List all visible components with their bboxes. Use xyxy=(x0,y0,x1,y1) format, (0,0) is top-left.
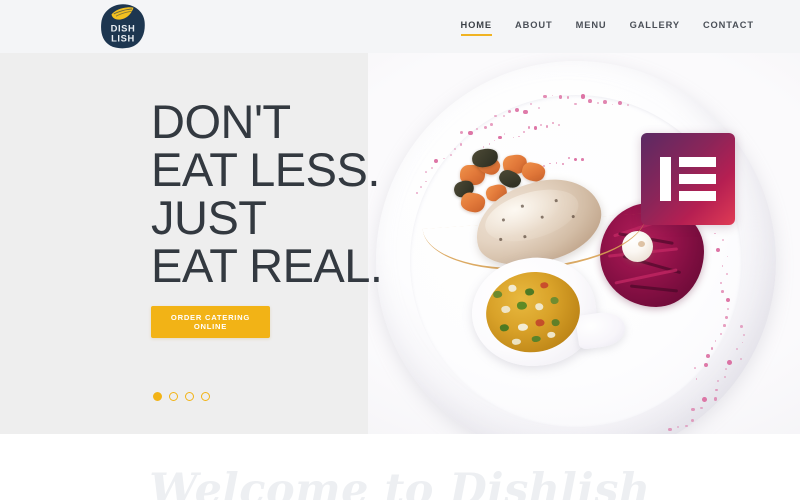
welcome-section: Welcome to Dishlish xyxy=(0,434,800,500)
plate-dot xyxy=(527,126,531,129)
slider-pagination xyxy=(153,392,210,401)
plate-dot xyxy=(580,158,584,162)
plate-dot xyxy=(719,332,722,335)
plate-dot xyxy=(705,354,710,358)
plate-dot xyxy=(475,127,478,130)
plate-dot xyxy=(719,281,722,285)
plate-dot xyxy=(540,124,542,127)
plate-dot xyxy=(449,153,452,156)
dish-lish-logo[interactable]: DISH LISH xyxy=(97,2,149,50)
nav-item-contact[interactable]: CONTACT xyxy=(703,17,754,37)
plate-dot xyxy=(603,99,608,104)
plate-dot xyxy=(691,408,695,412)
plate-dot xyxy=(523,109,528,114)
plate-dot xyxy=(459,142,463,146)
main-navigation: HOME ABOUT MENU GALLERY CONTACT xyxy=(460,0,754,53)
hero-food-photo xyxy=(368,53,800,434)
herb-salsa xyxy=(480,265,586,359)
plate-dot xyxy=(494,114,497,117)
slider-dot-4[interactable] xyxy=(201,392,210,401)
order-catering-online-button[interactable]: ORDER CATERING ONLINE xyxy=(151,306,270,338)
plate-dot xyxy=(626,103,629,106)
plate-dot xyxy=(736,347,739,350)
plate-dot xyxy=(502,114,505,117)
plate-dot xyxy=(725,297,730,302)
plate-dot xyxy=(725,273,728,276)
plate-dot xyxy=(727,359,733,365)
plate-dot xyxy=(493,139,495,141)
welcome-heading: Welcome to Dishlish xyxy=(149,465,651,500)
plate-dot xyxy=(740,357,742,360)
plate-dot xyxy=(690,418,694,423)
nav-item-about[interactable]: ABOUT xyxy=(515,17,553,37)
plate-dot xyxy=(558,94,563,99)
plate-dot xyxy=(668,427,672,431)
plate-dot xyxy=(533,126,537,130)
plate-dot xyxy=(725,315,728,319)
plate-dot xyxy=(722,239,725,241)
plate-dot xyxy=(743,334,746,336)
nav-item-home[interactable]: HOME xyxy=(460,17,493,37)
plate-dot xyxy=(702,397,707,403)
plate-dot xyxy=(723,324,726,327)
plate-dot xyxy=(420,186,422,188)
plate-dot xyxy=(726,307,729,310)
elementor-logo[interactable] xyxy=(641,133,735,225)
plate-dot xyxy=(424,180,427,183)
plate-dot xyxy=(443,157,445,160)
site-header: DISH LISH HOME ABOUT MENU GALLERY CONTAC… xyxy=(0,0,800,53)
plate-dot xyxy=(488,143,491,145)
plate-dot xyxy=(489,122,493,126)
plate-dot xyxy=(700,406,703,409)
nav-item-gallery[interactable]: GALLERY xyxy=(630,17,680,37)
plate-dot xyxy=(720,289,724,293)
plate-dot xyxy=(424,171,427,173)
plate-dot xyxy=(518,135,520,138)
svg-text:LISH: LISH xyxy=(111,33,135,44)
page-root: DISH LISH HOME ABOUT MENU GALLERY CONTAC… xyxy=(0,0,800,500)
plate-dot xyxy=(596,102,599,105)
slider-dot-1[interactable] xyxy=(153,392,162,401)
plate-dot xyxy=(725,368,727,370)
plate-dot xyxy=(740,324,743,328)
slider-dot-2[interactable] xyxy=(169,392,178,401)
hero-headline: DON'T EAT LESS. JUST EAT REAL. xyxy=(151,95,383,292)
slider-dot-3[interactable] xyxy=(185,392,194,401)
plate-dot xyxy=(685,424,688,427)
plate-dot xyxy=(468,130,473,135)
nav-item-menu[interactable]: MENU xyxy=(576,17,607,37)
hero-section: DON'T EAT LESS. JUST EAT REAL. ORDER CAT… xyxy=(0,53,800,434)
plate-dot xyxy=(551,121,554,125)
hero-copy: DON'T EAT LESS. JUST EAT REAL. ORDER CAT… xyxy=(151,53,411,434)
